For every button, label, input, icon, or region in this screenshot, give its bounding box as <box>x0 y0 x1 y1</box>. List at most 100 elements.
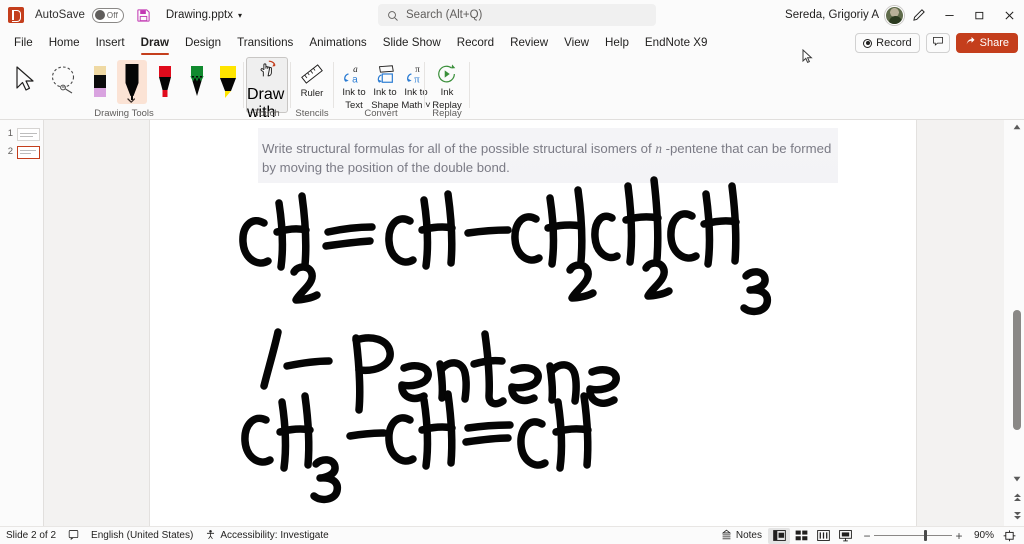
group-label-drawing-tools: Drawing Tools <box>94 108 154 119</box>
status-bar-right: Notes − + 90% <box>715 527 1024 544</box>
eraser-tool[interactable] <box>87 60 113 104</box>
search-input[interactable] <box>406 9 616 21</box>
save-icon[interactable] <box>136 8 151 23</box>
slide-sorter-view-button[interactable] <box>790 528 812 544</box>
tab-slide-show[interactable]: Slide Show <box>375 33 449 53</box>
thumbnail-entry-1[interactable]: 1 <box>4 128 40 141</box>
next-slide-button[interactable] <box>1010 508 1024 522</box>
record-dot-icon <box>863 38 873 48</box>
search-icon <box>387 9 399 21</box>
ink-to-shape-icon <box>372 62 398 85</box>
tab-view[interactable]: View <box>556 33 597 53</box>
close-button[interactable] <box>994 0 1024 30</box>
zoom-handle[interactable] <box>924 530 927 541</box>
zoom-track[interactable] <box>874 530 952 541</box>
vertical-scrollbar[interactable] <box>1010 120 1024 526</box>
group-label-touch: Touch <box>254 108 280 119</box>
lasso-select-tool[interactable] <box>48 64 84 100</box>
ribbon-group-touch: Draw with Touch Touch <box>245 55 289 139</box>
autosave-state: Off <box>106 10 118 20</box>
slide-surface[interactable]: Write structural formulas for all of the… <box>150 120 916 526</box>
pen-red-tool[interactable] <box>152 60 178 104</box>
account-name[interactable]: Sereda, Grigoriy A <box>785 9 879 21</box>
slide-body-text: Write structural formulas for all of the… <box>262 139 834 177</box>
ink-replay-icon <box>435 62 459 85</box>
zoom-out-button[interactable]: − <box>860 529 874 543</box>
accessibility-checker[interactable]: Accessibility: Investigate <box>199 527 334 544</box>
ribbon-actions: Record Share <box>855 33 1018 53</box>
autosave-toggle[interactable]: Off <box>91 7 124 23</box>
thumbnail-number-2: 2 <box>7 146 13 157</box>
group-label-stencils: Stencils <box>295 108 329 119</box>
accessibility-icon <box>205 529 216 543</box>
language-label: English (United States) <box>91 530 194 541</box>
thumb-line <box>20 153 31 154</box>
restore-button[interactable] <box>964 0 994 30</box>
powerpoint-window: AutoSave Off Drawing.pptx ▾ Sereda, Grig… <box>0 0 1024 544</box>
svg-text:a: a <box>352 74 358 85</box>
select-tool[interactable] <box>12 64 46 100</box>
tab-home[interactable]: Home <box>41 33 88 53</box>
zoom-slider[interactable]: − + <box>860 529 966 543</box>
group-label-replay: Replay <box>432 108 462 119</box>
minimize-button[interactable] <box>934 0 964 30</box>
tab-help[interactable]: Help <box>597 33 637 53</box>
tab-animations[interactable]: Animations <box>301 33 374 53</box>
slide-canvas[interactable]: Write structural formulas for all of the… <box>44 120 1004 526</box>
pen-annotation-icon[interactable] <box>904 0 934 30</box>
scroll-down-arrow-icon[interactable] <box>1010 472 1024 486</box>
toggle-knob <box>94 10 105 20</box>
tab-transitions[interactable]: Transitions <box>229 33 301 53</box>
tab-draw[interactable]: Draw <box>133 33 177 55</box>
ink-replay-button[interactable]: Ink Replay <box>427 59 467 111</box>
ruler-icon <box>300 62 324 86</box>
search-box[interactable] <box>378 4 656 26</box>
notes-label: Notes <box>735 530 762 541</box>
zoom-in-button[interactable]: + <box>952 529 966 543</box>
tab-record[interactable]: Record <box>449 33 502 53</box>
scrollbar-thumb[interactable] <box>1013 310 1021 430</box>
tab-endnote[interactable]: EndNote X9 <box>637 33 716 53</box>
normal-view-button[interactable] <box>768 527 790 544</box>
slide-counter[interactable]: Slide 2 of 2 <box>0 527 62 544</box>
highlighter-yellow-tool[interactable] <box>214 60 242 104</box>
record-label: Record <box>876 37 912 49</box>
status-bar: Slide 2 of 2 English (United States) Acc… <box>0 526 1024 544</box>
avatar[interactable] <box>885 5 904 25</box>
record-button[interactable]: Record <box>855 33 920 53</box>
ruler-button[interactable]: Ruler <box>292 59 332 111</box>
notes-icon <box>721 529 732 543</box>
pen-green-tool[interactable] <box>184 60 210 104</box>
share-button[interactable]: Share <box>955 33 1018 53</box>
document-menu-caret-icon[interactable]: ▾ <box>238 11 242 20</box>
title-bar: AutoSave Off Drawing.pptx ▾ Sereda, Grig… <box>0 0 1024 30</box>
slide-thumbnail-1[interactable] <box>17 128 40 141</box>
slide-thumbnail-2[interactable] <box>17 146 40 159</box>
thumbnail-entry-2[interactable]: 2 <box>4 146 40 159</box>
fit-to-window-button[interactable] <box>998 528 1020 544</box>
language-indicator[interactable]: English (United States) <box>85 527 199 544</box>
thumb-line <box>20 150 36 151</box>
slideshow-view-button[interactable] <box>834 528 856 544</box>
zoom-level-label[interactable]: 90% <box>970 530 998 541</box>
autosave-label: AutoSave <box>35 9 85 21</box>
ink-to-text-label-1: Ink to <box>342 87 366 98</box>
scroll-up-arrow-icon[interactable] <box>1010 120 1024 134</box>
slide-counter-label: Slide 2 of 2 <box>6 530 57 541</box>
ink-to-shape-label-1: Ink to <box>373 87 397 98</box>
pen-black-tool[interactable] <box>117 60 147 104</box>
document-name[interactable]: Drawing.pptx <box>166 9 233 21</box>
previous-slide-button[interactable] <box>1010 490 1024 504</box>
slide-thumbnail-pane: 1 2 <box>0 120 44 526</box>
tab-review[interactable]: Review <box>502 33 556 53</box>
tab-insert[interactable]: Insert <box>88 33 133 53</box>
tab-design[interactable]: Design <box>177 33 229 53</box>
comments-button[interactable] <box>925 33 950 53</box>
ink-replay-label-1: Ink <box>440 87 454 98</box>
tab-file[interactable]: File <box>6 33 41 53</box>
spell-check-button[interactable] <box>62 527 85 544</box>
ink-to-text-icon: a a <box>341 62 367 85</box>
draw-with-touch-button[interactable]: Draw with Touch <box>246 57 288 139</box>
notes-button[interactable]: Notes <box>715 527 768 544</box>
reading-view-button[interactable] <box>812 528 834 544</box>
